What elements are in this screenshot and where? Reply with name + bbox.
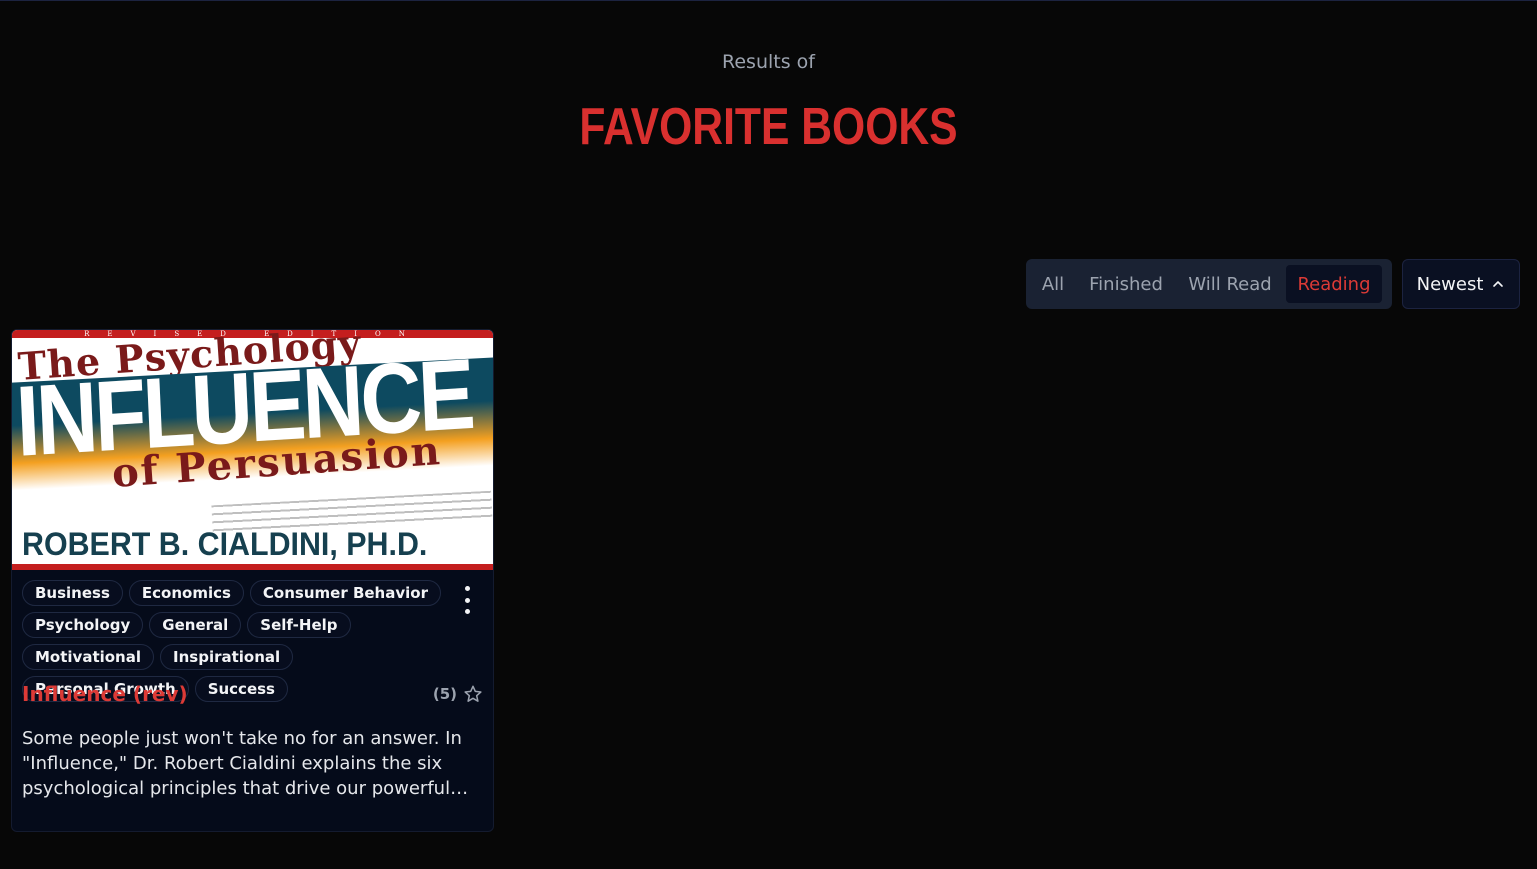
- tag[interactable]: General: [149, 612, 242, 638]
- tab-finished[interactable]: Finished: [1078, 265, 1174, 303]
- book-title[interactable]: Influence (rev): [22, 682, 188, 706]
- dot: [464, 609, 470, 614]
- book-description: Some people just won't take no for an an…: [22, 728, 462, 799]
- rating-count: (5): [432, 685, 457, 703]
- cover-author: ROBERT B. CIALDINI, PH.D.: [22, 526, 428, 562]
- tag[interactable]: Business: [22, 580, 123, 606]
- tag[interactable]: Self-Help: [247, 612, 351, 638]
- dot: [464, 586, 470, 591]
- rating: (5): [433, 684, 483, 704]
- tag[interactable]: Motivational: [22, 644, 155, 670]
- tab-all[interactable]: All: [1032, 265, 1074, 303]
- book-cover-image[interactable]: REVISED EDITION The Psychology INFLUENCE…: [12, 330, 493, 570]
- tag[interactable]: Psychology: [22, 612, 144, 638]
- chevron-up-icon: [1493, 281, 1504, 287]
- more-options-icon[interactable]: [460, 586, 474, 614]
- star-outline-icon[interactable]: [463, 684, 483, 704]
- book-card[interactable]: REVISED EDITION The Psychology INFLUENCE…: [11, 329, 494, 832]
- tag[interactable]: Economics: [128, 580, 244, 606]
- results-subtitle: Results of: [722, 51, 815, 73]
- sort-label: Newest: [1416, 273, 1484, 295]
- dot: [464, 597, 470, 603]
- sort-dropdown-button[interactable]: Newest: [1402, 259, 1520, 309]
- tag[interactable]: Success: [194, 676, 288, 702]
- tab-will-read[interactable]: Will Read: [1178, 265, 1282, 303]
- status-filter-group: All Finished Will Read Reading: [1026, 259, 1392, 309]
- tag[interactable]: Inspirational: [160, 644, 294, 670]
- tag[interactable]: Consumer Behavior: [249, 580, 441, 606]
- cover-bottom-stripe: [12, 564, 493, 570]
- page-title: FAVORITE BOOKS: [579, 98, 958, 156]
- tab-reading[interactable]: Reading: [1286, 265, 1382, 303]
